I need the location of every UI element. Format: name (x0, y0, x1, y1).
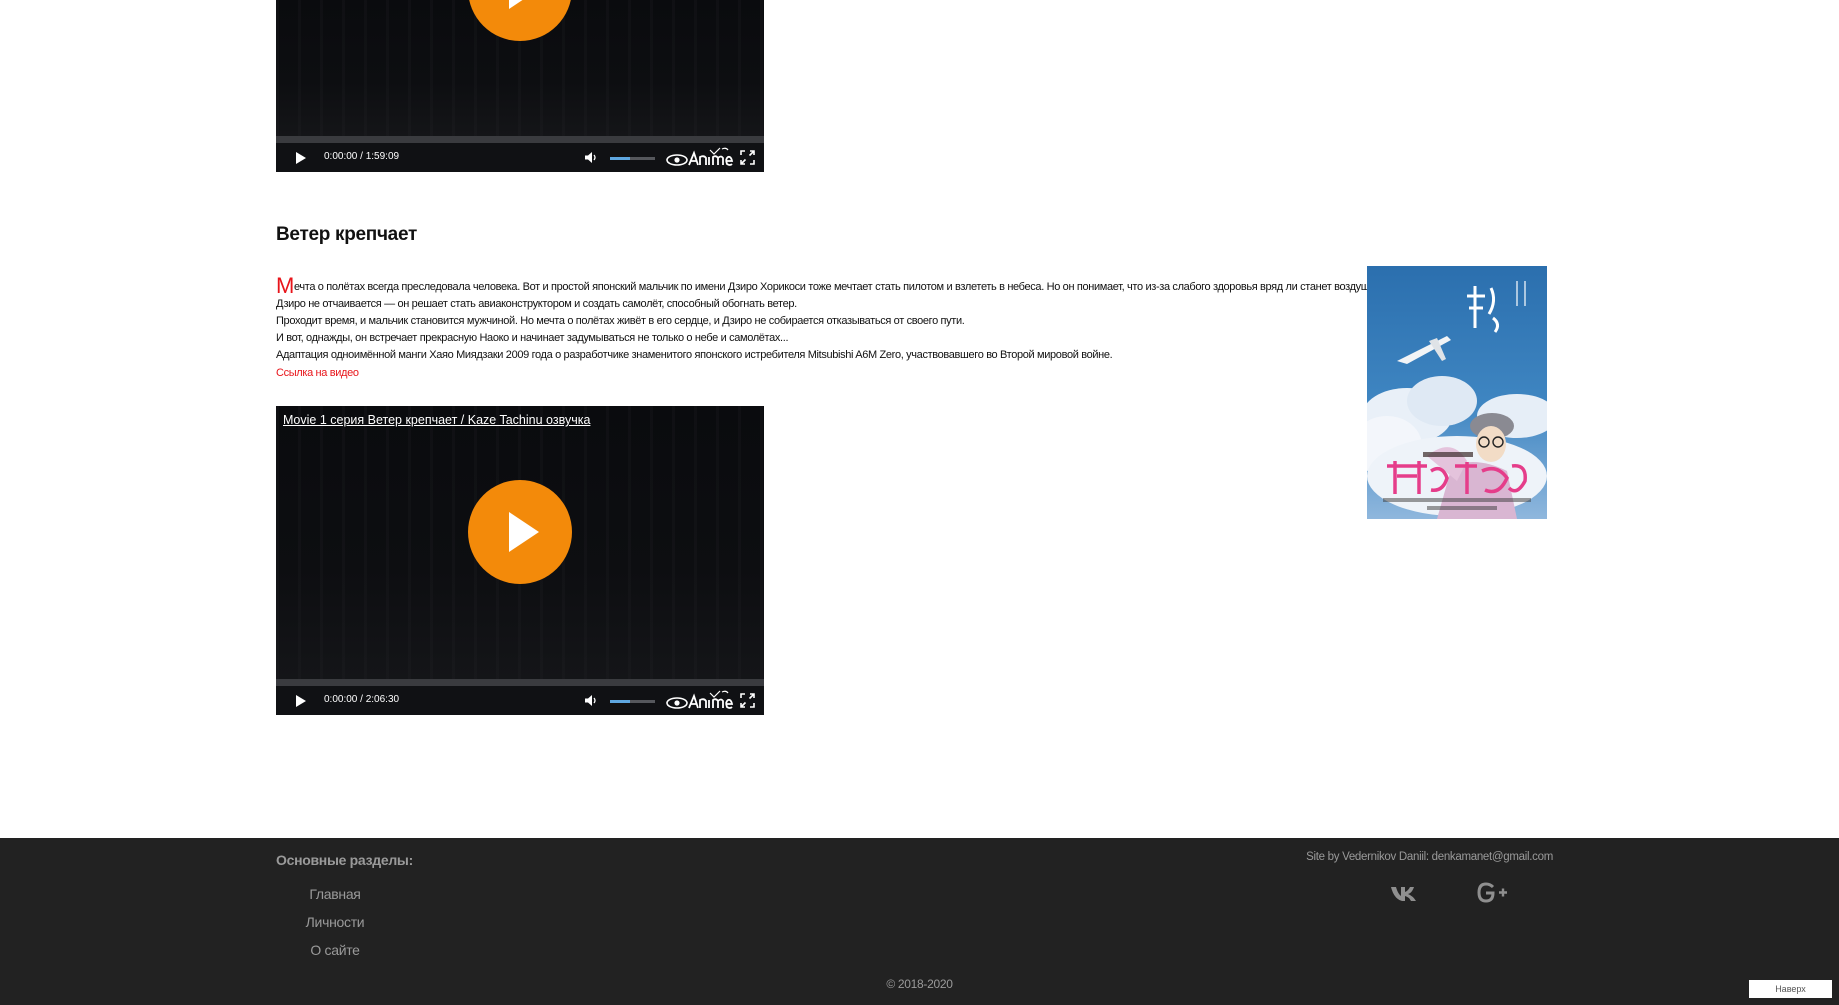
progress-bar[interactable] (276, 136, 764, 143)
volume-icon[interactable] (584, 151, 598, 164)
footer-link-about[interactable]: О сайте (276, 936, 394, 964)
footer-nav: Главная Личности О сайте (276, 880, 394, 964)
anime-logo-icon (666, 147, 734, 166)
time-display: 0:00:00 / 1:59:09 (324, 151, 400, 162)
article-line: И вот, однажды, он встречает прекрасную … (276, 332, 789, 344)
drop-cap: М (276, 273, 294, 298)
anime-logo-icon (666, 690, 734, 709)
video-title-link[interactable]: Movie 1 серия Ветер крепчает / Kaze Tach… (283, 413, 590, 427)
footer-link-people[interactable]: Личности (276, 908, 394, 936)
fullscreen-icon[interactable] (740, 150, 755, 165)
big-play-button[interactable] (468, 480, 572, 584)
volume-slider[interactable] (610, 157, 655, 160)
video-player[interactable]: 0:00:00 / 1:59:09 (276, 0, 764, 172)
article-line: Адаптация одноимённой манги Хаяо Миядзак… (276, 349, 1113, 361)
volume-slider[interactable] (610, 700, 655, 703)
article-line: Проходит время, и мальчик становится муж… (276, 315, 965, 327)
play-icon[interactable] (296, 152, 306, 164)
article-description: Мечта о полётах всегда преследовала чело… (276, 268, 1420, 382)
player-controls: 0:00:00 / 1:59:09 (276, 143, 764, 172)
google-plus-icon[interactable] (1476, 882, 1508, 904)
movie-poster (1367, 266, 1547, 519)
footer-link-home[interactable]: Главная (276, 880, 394, 908)
progress-bar[interactable] (276, 679, 764, 686)
time-display: 0:00:00 / 2:06:30 (324, 694, 400, 705)
volume-icon[interactable] (584, 694, 598, 707)
page: 0:00:00 / 1:59:09 Ветер крепчает Мечта о… (0, 0, 1839, 1005)
copyright: © 2018-2020 (886, 977, 953, 991)
article-line: ечта о полётах всегда преследовала челов… (293, 281, 1420, 293)
vk-icon[interactable] (1390, 882, 1420, 904)
fullscreen-icon[interactable] (740, 693, 755, 708)
player-controls: 0:00:00 / 2:06:30 (276, 686, 764, 715)
volume-level (610, 700, 631, 703)
video-link[interactable]: Ссылка на видео (276, 367, 359, 379)
play-icon[interactable] (296, 695, 306, 707)
footer: Основные разделы: Главная Личности О сай… (0, 838, 1839, 1005)
article-title: Ветер крепчает (276, 224, 417, 245)
back-to-top-button[interactable]: Наверх (1749, 980, 1832, 998)
footer-credit: Site by Vedernikov Daniil: denkamanet@gm… (1306, 851, 1553, 863)
article-line: Дзиро не отчаивается — он решает стать а… (276, 298, 797, 310)
article-paragraph: Мечта о полётах всегда преследовала чело… (276, 268, 1420, 298)
footer-heading: Основные разделы: (276, 852, 413, 868)
volume-level (610, 157, 631, 160)
video-player[interactable]: Movie 1 серия Ветер крепчает / Kaze Tach… (276, 406, 764, 715)
